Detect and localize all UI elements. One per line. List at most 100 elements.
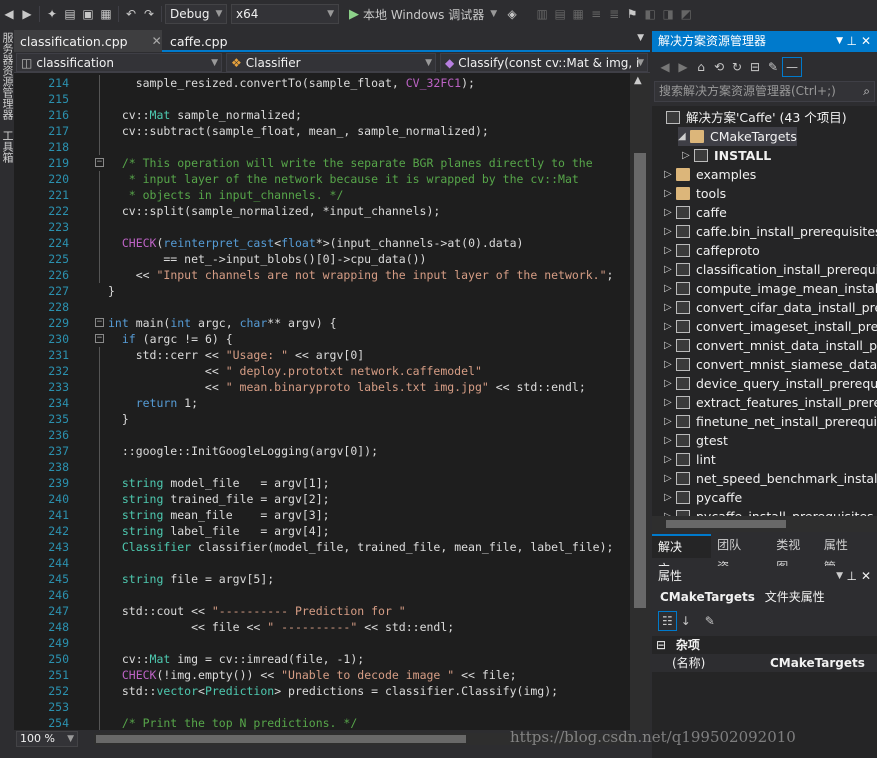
tree-item[interactable]: ▷ compute_image_mean_install (664, 279, 877, 298)
tree-item[interactable]: ▷ pycaffe_install_prerequisites (664, 507, 874, 516)
code-line[interactable]: 235 } (14, 411, 630, 427)
code-line[interactable]: 222 cv::split(sample_normalized, *input_… (14, 203, 630, 219)
tree-item[interactable]: ▷ classification_install_prerequi (664, 260, 877, 279)
expand-icon[interactable]: ▷ (664, 450, 676, 469)
tab-team-explorer[interactable]: 团队资... (711, 534, 770, 574)
scroll-up-icon[interactable]: ▲ (634, 75, 642, 86)
comment-icon[interactable]: ▤ (551, 4, 569, 24)
server-explorer-tab[interactable]: 服务器资源管理器 (1, 32, 14, 120)
uncomment-icon[interactable]: ▦ (569, 4, 587, 24)
code-line[interactable]: 233 << " mean.binaryproto labels.txt img… (14, 379, 630, 395)
tree-item[interactable]: ▷ gtest (664, 431, 728, 450)
start-debugging-button[interactable]: ▶ 本地 Windows 调试器 ▼ (343, 4, 503, 24)
code-line[interactable]: 251 CHECK(!img.empty()) << "Unable to de… (14, 667, 630, 683)
home-icon[interactable]: ⌂ (692, 57, 710, 77)
editor-vertical-scrollbar[interactable]: ▲ (630, 73, 650, 730)
tab-overflow-icon[interactable]: ▼ (637, 33, 644, 43)
tree-item[interactable]: ▷ convert_cifar_data_install_pre (664, 298, 877, 317)
tree-item[interactable]: ▷ net_speed_benchmark_install (664, 469, 877, 488)
scrollbar-thumb[interactable] (634, 153, 646, 608)
code-line[interactable]: 234 return 1; (14, 395, 630, 411)
tree-item[interactable]: ▷ pycaffe (664, 488, 742, 507)
toolbox-tab[interactable]: 工具箱 (1, 130, 14, 163)
expand-icon[interactable]: ▷ (664, 393, 676, 412)
expand-icon[interactable]: ▷ (664, 336, 676, 355)
code-line[interactable]: 218 (14, 139, 630, 155)
platform-dropdown[interactable]: x64 ▼ (231, 4, 339, 24)
chevron-down-icon[interactable]: ▼ (836, 566, 843, 586)
tree-item[interactable]: ▷ convert_mnist_siamese_data_ (664, 355, 877, 374)
project-dropdown[interactable]: ◫ classification ▼ (16, 53, 222, 72)
code-line[interactable]: 225 == net_->input_blobs()[0]->cpu_data(… (14, 251, 630, 267)
code-editor[interactable]: 214 sample_resized.convertTo(sample_floa… (14, 73, 630, 730)
expand-icon[interactable]: ▷ (682, 146, 694, 165)
pin-icon[interactable]: ⊥ (847, 31, 857, 52)
tree-item[interactable]: ▷ examples (664, 165, 756, 184)
expand-icon[interactable]: ▷ (664, 184, 676, 203)
code-line[interactable]: 238 (14, 459, 630, 475)
tree-item[interactable]: ▷ device_query_install_prerequ (664, 374, 877, 393)
code-line[interactable]: 240 string trained_file = argv[2]; (14, 491, 630, 507)
zoom-dropdown[interactable]: 100 % ▼ (16, 731, 78, 747)
prev-bookmark-icon[interactable]: ◧ (641, 4, 659, 24)
tree-item[interactable]: ▷ caffe (664, 203, 727, 222)
solution-config-dropdown[interactable]: Debug ▼ (165, 4, 227, 24)
tree-item[interactable]: ▷ INSTALL (682, 146, 771, 165)
tree-solution-node[interactable]: 解决方案'Caffe' (43 个项目) (666, 108, 847, 127)
property-pages-icon[interactable]: ✎ (701, 611, 719, 631)
code-line[interactable]: 220 * input layer of the network because… (14, 171, 630, 187)
expand-icon[interactable]: ▷ (664, 260, 676, 279)
tree-item[interactable]: ▷ extract_features_install_prere (664, 393, 877, 412)
code-line[interactable]: 227} (14, 283, 630, 299)
code-line[interactable]: 246 (14, 587, 630, 603)
code-line[interactable]: 242 string label_file = argv[4]; (14, 523, 630, 539)
back-icon[interactable]: ◀ (0, 4, 18, 24)
collapse-icon[interactable]: − (95, 318, 104, 327)
expand-icon[interactable]: ▷ (664, 298, 676, 317)
tab-caffe-cpp[interactable]: caffe.cpp (164, 30, 234, 52)
preview-icon[interactable]: — (782, 57, 802, 77)
code-line[interactable]: 250 cv::Mat img = cv::imread(file, -1); (14, 651, 630, 667)
tree-horizontal-scrollbar[interactable] (652, 516, 877, 532)
category-row[interactable]: ⊟ 杂项 (652, 636, 877, 654)
expand-icon[interactable]: ▷ (664, 203, 676, 222)
code-line[interactable]: 247 std::cout << "---------- Prediction … (14, 603, 630, 619)
code-line[interactable]: 252 std::vector<Prediction> predictions … (14, 683, 630, 699)
alphabetical-icon[interactable]: ↓ (677, 611, 695, 631)
tab-property-manager[interactable]: 属性管... (818, 534, 877, 574)
code-line[interactable]: 223 (14, 219, 630, 235)
indent-icon[interactable]: ≡ (587, 4, 605, 24)
save-icon[interactable]: ▣ (79, 4, 97, 24)
code-line[interactable]: 215 (14, 91, 630, 107)
redo-icon[interactable]: ↷ (140, 4, 158, 24)
member-dropdown[interactable]: ◆ Classify(const cv::Mat & img, i ▼ (440, 53, 648, 72)
code-line[interactable]: 224 CHECK(reinterpret_cast<float*>(input… (14, 235, 630, 251)
tree-item[interactable]: ▷ finetune_net_install_prerequis (664, 412, 877, 431)
properties-icon[interactable]: ✎ (764, 57, 782, 77)
close-icon[interactable]: ✕ (861, 566, 871, 586)
code-line[interactable]: 226 << "Input channels are not wrapping … (14, 267, 630, 283)
back-icon[interactable]: ◀ (656, 57, 674, 77)
expand-icon[interactable]: ▷ (664, 317, 676, 336)
code-line[interactable]: 237 ::google::InitGoogleLogging(argv[0])… (14, 443, 630, 459)
bookmark-toggle-icon[interactable]: ⚑ (623, 4, 641, 24)
tree-item[interactable]: ◢ CMakeTargets (678, 127, 797, 146)
collapse-icon[interactable]: − (95, 158, 104, 167)
new-project-icon[interactable]: ✦ (43, 4, 61, 24)
code-line[interactable]: 244 (14, 555, 630, 571)
scrollbar-thumb[interactable] (666, 520, 786, 528)
tree-item[interactable]: ▷ caffeproto (664, 241, 760, 260)
expand-icon[interactable]: ▷ (664, 412, 676, 431)
chevron-down-icon[interactable]: ▼ (836, 31, 843, 52)
code-line[interactable]: 253 (14, 699, 630, 715)
properties-object[interactable]: CMakeTargets 文件夹属性 (652, 587, 877, 607)
expand-icon[interactable]: ▷ (664, 222, 676, 241)
sync-icon[interactable]: ⟲ (710, 57, 728, 77)
forward-icon[interactable]: ▶ (674, 57, 692, 77)
code-line[interactable]: 248 << file << " ----------" << std::end… (14, 619, 630, 635)
code-line[interactable]: 216 cv::Mat sample_normalized; (14, 107, 630, 123)
code-line[interactable]: 229 − int main(int argc, char** argv) { (14, 315, 630, 331)
scope-dropdown[interactable]: ❖ Classifier ▼ (226, 53, 436, 72)
code-line[interactable]: 249 (14, 635, 630, 651)
code-line[interactable]: 221 * objects in input_channels. */ (14, 187, 630, 203)
